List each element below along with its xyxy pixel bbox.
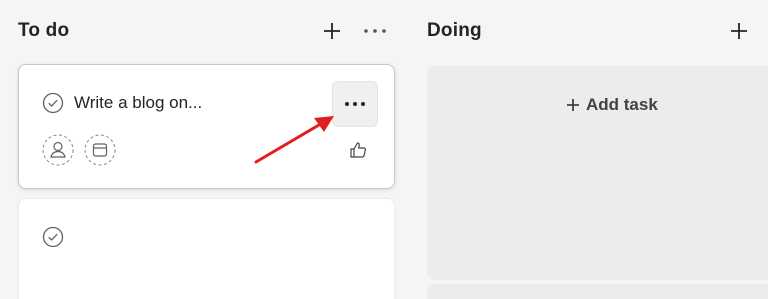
todo-add-icon[interactable]: [320, 19, 344, 43]
add-task-button[interactable]: Add task: [566, 93, 658, 117]
todo-more-icon[interactable]: [363, 19, 387, 43]
due-date-calendar-icon[interactable]: [84, 134, 116, 166]
plus-icon: [567, 99, 579, 111]
doing-column-header: Doing: [427, 18, 482, 44]
task-title[interactable]: Write a blog on...: [74, 93, 202, 113]
check-circle-icon[interactable]: [42, 226, 64, 248]
todo-column-title: To do: [18, 20, 70, 41]
check-circle-icon[interactable]: [42, 92, 64, 114]
thumbs-up-icon[interactable]: [348, 140, 368, 160]
add-task-label: Add task: [586, 95, 658, 114]
ellipsis-icon: [345, 102, 365, 106]
doing-column-dropzone-lower: [427, 284, 768, 299]
todo-column-header: To do: [18, 18, 69, 44]
task-card[interactable]: [18, 198, 395, 299]
assign-person-icon[interactable]: [42, 134, 74, 166]
doing-column-title: Doing: [427, 20, 482, 41]
card-more-options-button[interactable]: [332, 81, 378, 127]
doing-add-icon[interactable]: [727, 19, 751, 43]
